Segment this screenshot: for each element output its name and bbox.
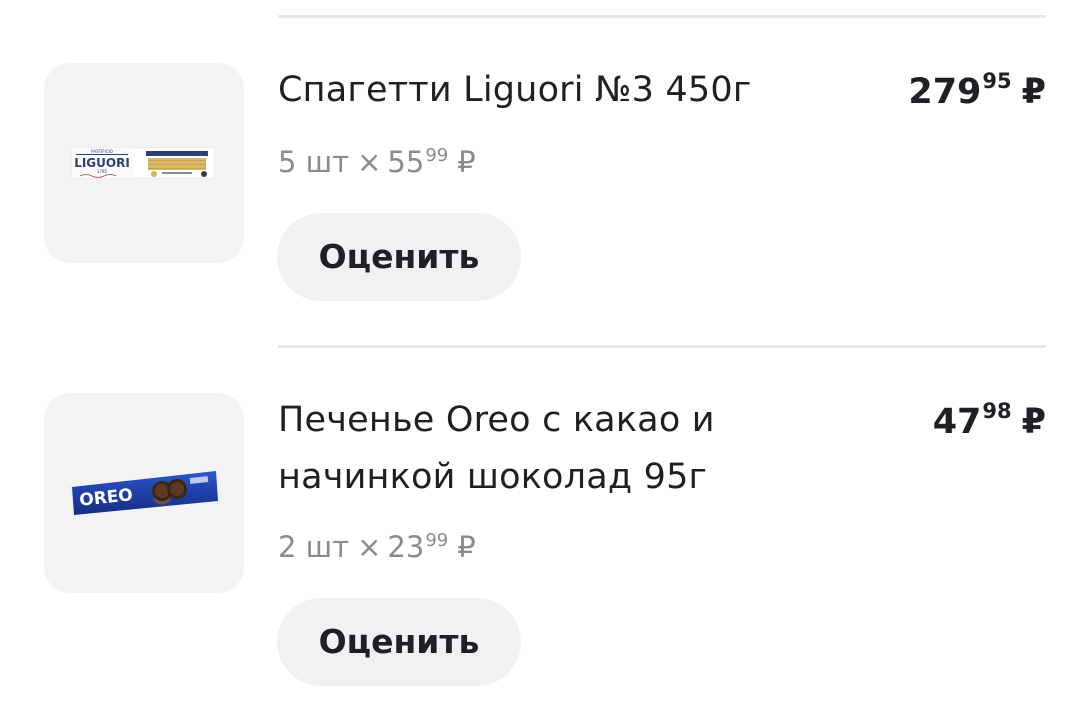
unit-price-cents: 99	[425, 530, 449, 551]
unit-price-cents: 99	[425, 145, 449, 166]
quantity: 2 шт	[278, 530, 350, 564]
currency-sign: ₽	[1021, 72, 1046, 112]
currency-sign: ₽	[457, 530, 476, 564]
unit-price-main: 23	[387, 530, 425, 564]
total-price-main: 279	[908, 72, 982, 112]
rate-button[interactable]: Оценить	[277, 213, 521, 301]
times-sign: ×	[357, 530, 382, 564]
unit-price-main: 55	[387, 145, 425, 179]
item-divider	[278, 15, 1046, 18]
quantity: 5 шт	[278, 145, 350, 179]
total-price: 27995 ₽	[908, 69, 1046, 116]
svg-text:PASTIFICIO: PASTIFICIO	[91, 149, 113, 154]
currency-sign: ₽	[1021, 402, 1046, 442]
rate-button[interactable]: Оценить	[277, 598, 521, 686]
times-sign: ×	[357, 145, 382, 179]
oreo-package-icon: OREO	[72, 471, 218, 515]
spaghetti-package-icon: PASTIFICIO LIGUORI 1795	[71, 147, 215, 179]
quantity-times-unit-price: 2 шт × 2399 ₽	[278, 529, 476, 570]
currency-sign: ₽	[457, 145, 476, 179]
total-price-main: 47	[932, 402, 982, 442]
item-divider	[278, 345, 1046, 348]
svg-text:LIGUORI: LIGUORI	[74, 156, 130, 170]
total-price: 4798 ₽	[932, 399, 1046, 446]
total-price-cents: 98	[982, 399, 1012, 423]
product-image-spaghetti[interactable]: PASTIFICIO LIGUORI 1795	[44, 63, 244, 263]
product-image-oreo[interactable]: OREO	[44, 393, 244, 593]
total-price-cents: 95	[982, 69, 1012, 93]
product-title[interactable]: Печенье Oreo с какао и начинкой шоколад …	[278, 392, 818, 506]
quantity-times-unit-price: 5 шт × 5599 ₽	[278, 144, 476, 185]
svg-text:1795: 1795	[97, 169, 108, 174]
product-title[interactable]: Спагетти Liguori №3 450г	[278, 62, 818, 119]
